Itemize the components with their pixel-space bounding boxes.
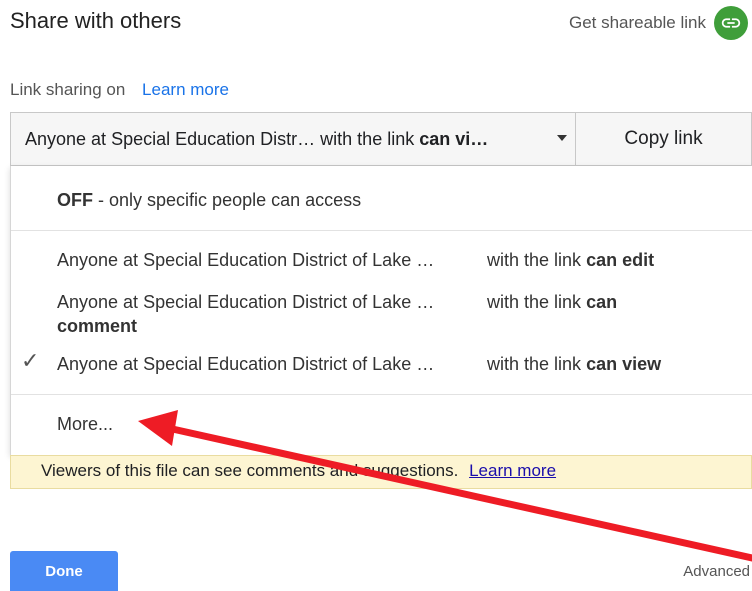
link-icon[interactable] bbox=[714, 6, 748, 40]
advanced-link[interactable]: Advanced bbox=[683, 563, 750, 580]
dialog-title: Share with others bbox=[10, 8, 182, 33]
menu-item-org: Anyone at Special Education District of … bbox=[57, 354, 435, 374]
menu-item-mid: with the link bbox=[487, 292, 582, 312]
link-sharing-status-row: Link sharing on Learn more bbox=[10, 80, 229, 100]
menu-item-off[interactable]: OFF - only specific people can access bbox=[57, 190, 361, 211]
menu-item-org: Anyone at Special Education District of … bbox=[57, 250, 435, 270]
menu-item-more[interactable]: More... bbox=[57, 414, 113, 435]
info-banner: Viewers of this file can see comments an… bbox=[10, 455, 752, 489]
dropdown-selected-permission: can vi… bbox=[419, 128, 489, 149]
menu-item-off-bold: OFF bbox=[57, 190, 93, 210]
link-access-dropdown[interactable]: Anyone at Special Education Distr… with … bbox=[10, 112, 576, 166]
menu-item-mid: with the link bbox=[487, 354, 582, 374]
menu-item-permission: can view bbox=[586, 354, 662, 374]
done-button[interactable]: Done bbox=[10, 551, 118, 591]
get-shareable-link-label: Get shareable link bbox=[568, 13, 706, 32]
checkmark-icon: ✓ bbox=[21, 348, 40, 373]
link-access-menu: OFF - only specific people can access An… bbox=[10, 166, 752, 455]
learn-more-link[interactable]: Learn more bbox=[142, 80, 229, 99]
menu-item-off-text: - only specific people can access bbox=[98, 190, 362, 210]
info-learn-more-link[interactable]: Learn more bbox=[469, 461, 556, 480]
menu-item-permission-cont: comment bbox=[57, 316, 138, 336]
get-shareable-link-button[interactable]: Get shareable link bbox=[569, 6, 748, 40]
menu-item-can-comment[interactable]: Anyone at Special Education District of … bbox=[57, 290, 617, 338]
menu-item-permission: can bbox=[586, 292, 618, 312]
menu-divider bbox=[11, 394, 752, 395]
menu-item-org: Anyone at Special Education District of … bbox=[57, 292, 435, 312]
link-sharing-status: Link sharing on bbox=[10, 80, 126, 99]
info-banner-text: Viewers of this file can see comments an… bbox=[41, 461, 459, 480]
copy-link-button[interactable]: Copy link bbox=[576, 112, 752, 166]
menu-divider bbox=[11, 230, 752, 231]
menu-item-can-edit[interactable]: Anyone at Special Education District of … bbox=[57, 250, 654, 271]
menu-item-mid: with the link bbox=[487, 250, 582, 270]
dropdown-selected-mid: with the link bbox=[320, 128, 415, 149]
menu-item-permission: can edit bbox=[586, 250, 655, 270]
chevron-down-icon bbox=[557, 135, 567, 141]
menu-item-can-view[interactable]: Anyone at Special Education District of … bbox=[57, 354, 661, 375]
dropdown-selected-org: Anyone at Special Education Distr… bbox=[25, 128, 316, 149]
